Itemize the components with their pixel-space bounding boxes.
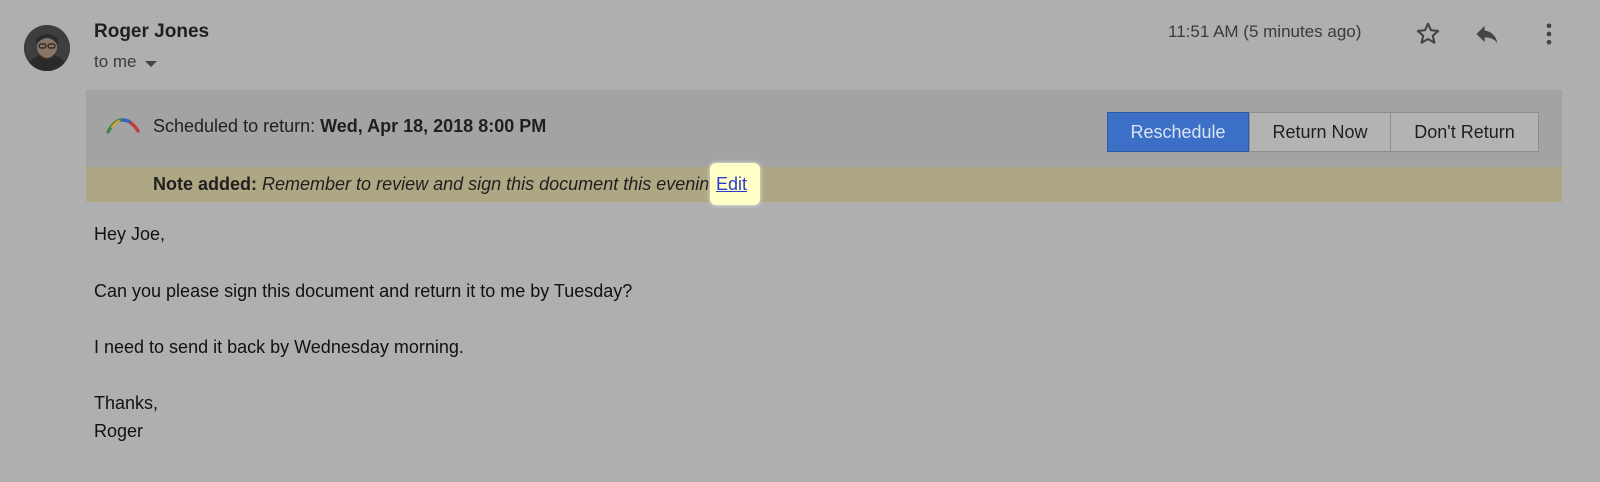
note-bar: Note added: Remember to review and sign … [86, 167, 1562, 202]
reply-icon[interactable] [1473, 20, 1501, 48]
scheduled-return-datetime: Wed, Apr 18, 2018 8:00 PM [320, 116, 547, 136]
message-timestamp: 11:51 AM (5 minutes ago) [1168, 22, 1362, 41]
star-icon[interactable] [1414, 20, 1442, 48]
body-line: Can you please sign this document and re… [94, 281, 633, 301]
note-content: Remember to review and sign this documen… [262, 174, 720, 194]
recipient-label: to me [94, 52, 137, 71]
body-line: Hey Joe, [94, 224, 166, 244]
email-message-view: Roger Jones to me 11:51 AM (5 minutes ag… [0, 0, 1600, 482]
body-line: Roger [94, 421, 144, 441]
reschedule-button[interactable]: Reschedule [1107, 112, 1249, 152]
more-options-icon[interactable] [1535, 20, 1563, 48]
recipient-details-toggle[interactable]: to me [94, 52, 157, 72]
sender-avatar[interactable] [24, 25, 70, 71]
note-label: Note added: [153, 174, 258, 194]
return-actions: Reschedule Return Now Don't Return [1107, 112, 1539, 152]
scheduled-return-prefix: Scheduled to return: [153, 116, 316, 136]
boomerang-logo-icon [106, 115, 140, 135]
chevron-down-icon[interactable] [144, 60, 157, 67]
dont-return-button[interactable]: Don't Return [1391, 112, 1539, 152]
edit-note-link[interactable]: Edit [716, 174, 747, 195]
scheduled-return-banner: Scheduled to return: Wed, Apr 18, 2018 8… [86, 90, 1562, 167]
body-line: I need to send it back by Wednesday morn… [94, 337, 464, 357]
note-text: Note added: Remember to review and sign … [153, 174, 719, 195]
sender-name[interactable]: Roger Jones [94, 21, 209, 43]
body-line: Thanks, [94, 393, 159, 413]
scheduled-return-text: Scheduled to return: Wed, Apr 18, 2018 8… [153, 116, 546, 137]
return-now-button[interactable]: Return Now [1249, 112, 1391, 152]
